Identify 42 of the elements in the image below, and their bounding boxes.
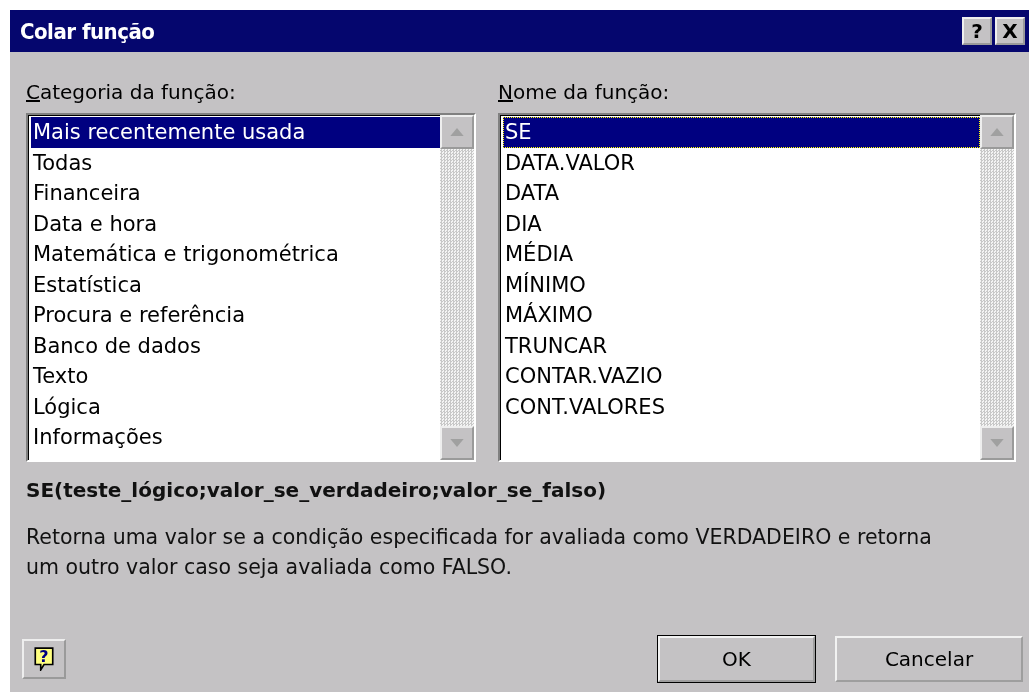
scroll-down-button[interactable] <box>980 426 1014 460</box>
list-item[interactable]: Mais recentemente usada <box>31 117 440 148</box>
list-item[interactable]: DATA <box>503 178 980 209</box>
triangle-up-icon <box>990 128 1004 136</box>
close-button[interactable]: X <box>995 17 1025 45</box>
list-item[interactable]: Procura e referência <box>31 300 440 331</box>
scrollbar[interactable] <box>440 115 474 460</box>
function-signature: SE(teste_lógico;valor_se_verdadeiro;valor_se_falso) <box>26 478 608 502</box>
list-label: Nome da função: <box>498 80 670 104</box>
list-item[interactable]: TRUNCAR <box>503 330 980 361</box>
list-item[interactable]: MÁXIMO <box>503 300 980 331</box>
list-item[interactable]: Estatística <box>31 269 440 300</box>
function-description: Retorna uma valor se a condição especificada for avaliada como VERDADEIRO e retorna um outro valor caso seja avaliada como FALSO. <box>26 524 933 581</box>
triangle-up-icon <box>450 128 464 136</box>
list-item[interactable]: Data e hora <box>31 208 440 239</box>
help-button[interactable]: ? <box>962 17 992 45</box>
list-item[interactable]: MÍNIMO <box>503 269 980 300</box>
list-item[interactable]: Matemática e trigonométrica <box>31 239 440 270</box>
list-item[interactable]: DIA <box>503 208 980 239</box>
scroll-down-button[interactable] <box>440 426 474 460</box>
list-item[interactable]: CONT.VALORES <box>503 391 980 422</box>
list-item[interactable]: Banco de dados <box>31 330 440 361</box>
scroll-up-button[interactable] <box>980 115 1014 149</box>
triangle-down-icon <box>450 439 464 447</box>
list-item[interactable]: Lógica <box>31 391 440 422</box>
list-item[interactable]: Todas <box>31 147 440 178</box>
speech-balloon-icon <box>33 647 55 671</box>
scrollbar[interactable] <box>980 115 1014 460</box>
list-item[interactable]: CONTAR.VAZIO <box>503 361 980 392</box>
list-item[interactable]: MÉDIA <box>503 239 980 270</box>
list-label: Categoria da função: <box>26 80 236 104</box>
help-button[interactable]: ? <box>22 639 66 679</box>
list-item[interactable]: SE <box>503 117 980 148</box>
list-item[interactable]: Texto <box>31 361 440 392</box>
list-item[interactable]: Financeira <box>31 178 440 209</box>
cancel-button[interactable]: Cancelar <box>835 636 1023 682</box>
triangle-down-icon <box>990 439 1004 447</box>
list-item[interactable]: Informações <box>31 422 440 453</box>
window-title: Colar função <box>20 18 155 44</box>
ok-button[interactable]: OK <box>658 636 815 682</box>
list-item[interactable]: DATA.VALOR <box>503 147 980 178</box>
scroll-up-button[interactable] <box>440 115 474 149</box>
